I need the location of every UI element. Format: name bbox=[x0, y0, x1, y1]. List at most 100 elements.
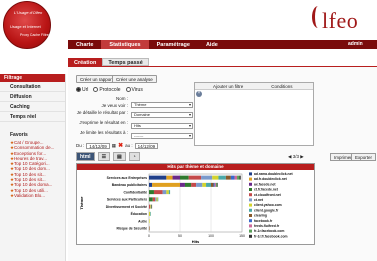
radio-url-label: Url bbox=[82, 87, 89, 93]
brand-name: lfeo bbox=[322, 8, 359, 33]
bar-segment bbox=[212, 175, 219, 180]
table-view-icon[interactable]: ☰ bbox=[97, 151, 111, 161]
legend-label: client.yahoo.com bbox=[254, 203, 282, 207]
html-mode-button[interactable]: html bbox=[76, 151, 95, 161]
filter-panel: Ajouter un filtre Conditions × bbox=[194, 82, 314, 146]
favorites-list: ★Cat / Groupe... ★Consommation de... ★Exce… bbox=[0, 140, 65, 198]
sidebar-item-diffusion[interactable]: Diffusion bbox=[0, 92, 65, 102]
bar-segment bbox=[237, 175, 240, 180]
next-page-icon[interactable]: ▶ bbox=[300, 154, 303, 159]
legend-swatch bbox=[249, 224, 252, 228]
subtab-temps-passe[interactable]: Temps passé bbox=[102, 58, 149, 66]
sidebar-item-caching[interactable]: Caching bbox=[0, 102, 65, 112]
radio-virus-dot[interactable] bbox=[125, 87, 131, 93]
bar-segment bbox=[149, 226, 150, 231]
date-from-input[interactable]: 14/12/09 bbox=[86, 142, 110, 149]
favorite-label: Heures de trav... bbox=[14, 155, 47, 161]
legend-label: ct.cloudfront.net bbox=[254, 193, 282, 197]
bar-segment bbox=[162, 190, 167, 195]
chart-svg: 0 50 100 150 Thème Hits Services aux Entrepris… bbox=[79, 172, 293, 244]
bar-segment bbox=[150, 211, 151, 216]
bar-segment bbox=[151, 204, 153, 209]
favorite-label: Consommation de... bbox=[14, 145, 55, 151]
favorite-label: Top 10 des sit... bbox=[14, 171, 46, 177]
x-tick-label: 100 bbox=[208, 234, 214, 238]
logo-line1: L'Usage d'Olfeo bbox=[14, 10, 43, 15]
legend-label: ct.fr.facede.net bbox=[254, 188, 279, 192]
clear-date-icon[interactable]: ✖ bbox=[118, 142, 123, 149]
bar-segment bbox=[149, 211, 151, 216]
category-label: Risque de Sécurité bbox=[116, 227, 147, 231]
legend-label: client.google.fr bbox=[254, 208, 279, 212]
category-label: Services aux Entreprises bbox=[107, 176, 147, 180]
radio-virus[interactable]: Virus bbox=[125, 87, 143, 93]
prev-page-icon[interactable]: ◀ bbox=[288, 154, 291, 159]
favorite-label: Top 10 des sit... bbox=[14, 177, 46, 183]
limite-label: Je limite les résultats à : bbox=[79, 130, 128, 135]
bar-segment bbox=[206, 182, 211, 187]
sidebar-item-consultation[interactable]: Consultation bbox=[0, 82, 65, 92]
radio-protocole-label: Protocole bbox=[99, 87, 121, 93]
category-label: Autre bbox=[138, 219, 147, 223]
legend-swatch bbox=[249, 172, 252, 176]
radio-url[interactable]: Url bbox=[76, 87, 88, 93]
category-label: Services aux Particuliers bbox=[107, 198, 147, 202]
create-analysis-button[interactable]: Créer une analyse bbox=[112, 75, 157, 83]
legend-label: fr-1r.fr.facebook.com bbox=[254, 234, 288, 238]
bar-segment bbox=[191, 182, 197, 187]
pager: ◀ 3/3 ▶ bbox=[288, 154, 304, 160]
bar-segment bbox=[168, 190, 171, 195]
radio-protocole-dot[interactable] bbox=[93, 87, 99, 93]
x-tick-label: 150 bbox=[239, 234, 245, 238]
bar-segment bbox=[225, 175, 231, 180]
pie-chart-icon[interactable]: ◔ bbox=[128, 151, 140, 161]
export-button[interactable]: Exporter bbox=[351, 153, 377, 161]
legend-swatch bbox=[249, 198, 252, 202]
radio-protocole[interactable]: Protocole bbox=[93, 87, 121, 93]
bar-segment bbox=[180, 175, 189, 180]
calendar-icon[interactable]: ▦ bbox=[112, 143, 116, 149]
create-report-button[interactable]: Créer un rapport bbox=[76, 75, 118, 83]
bar-segment bbox=[149, 190, 154, 195]
legend-label: ad.rama.doubleclick.net bbox=[254, 172, 293, 176]
date-to-input[interactable]: 14/12/09 bbox=[134, 142, 159, 149]
radio-url-dot[interactable] bbox=[76, 87, 81, 93]
legend-swatch bbox=[249, 214, 252, 217]
y-axis-label: Thème bbox=[79, 196, 84, 210]
voir-select[interactable]: Thème bbox=[131, 102, 193, 108]
current-user[interactable]: admin bbox=[348, 41, 363, 47]
bar-segment bbox=[218, 175, 226, 180]
favorite-label: Cat / Groupe... bbox=[14, 140, 44, 145]
tab-aide[interactable]: Aide bbox=[198, 40, 226, 49]
bar-segment bbox=[188, 175, 202, 180]
bar-chart-icon[interactable]: ▤ bbox=[113, 151, 126, 161]
x-tick-label: 0 bbox=[148, 234, 150, 238]
sidebar-item-temps-reel[interactable]: Temps réel bbox=[0, 112, 65, 122]
add-filter-header[interactable]: Ajouter un filtre bbox=[195, 83, 243, 89]
sidebar-heading[interactable]: Filtrage bbox=[0, 74, 65, 82]
bar-segment bbox=[152, 182, 180, 187]
favorite-item[interactable]: ★Validation Blo... bbox=[0, 193, 65, 198]
legend-swatch bbox=[249, 234, 252, 238]
bar-segment bbox=[149, 182, 153, 187]
limite-select[interactable]: ------- bbox=[131, 133, 193, 139]
bar-segment bbox=[214, 182, 216, 187]
favorite-label: Top 10 des doma... bbox=[14, 182, 53, 188]
legend-label: fr-1r.facebook.com bbox=[254, 229, 284, 233]
detail-select[interactable]: Domaine bbox=[131, 112, 193, 118]
tab-statistiques[interactable]: Statistiques bbox=[101, 40, 149, 49]
tab-charte[interactable]: Charte bbox=[68, 40, 101, 49]
bar-segment bbox=[196, 182, 203, 187]
bar-segment bbox=[153, 190, 163, 195]
bar-segment bbox=[150, 204, 151, 209]
tab-parametrage[interactable]: Paramétrage bbox=[149, 40, 198, 49]
bar-segment bbox=[202, 182, 207, 187]
close-filter-icon[interactable]: × bbox=[196, 90, 202, 97]
subtab-creation[interactable]: Création bbox=[68, 58, 103, 66]
page-indicator: 3/3 bbox=[292, 154, 299, 159]
legend-swatch bbox=[249, 193, 252, 197]
bar-segment bbox=[215, 182, 218, 187]
exprime-select[interactable]: Hits bbox=[131, 123, 193, 129]
bar-segment bbox=[157, 197, 159, 202]
favorite-label: Validation Blo... bbox=[14, 192, 45, 198]
